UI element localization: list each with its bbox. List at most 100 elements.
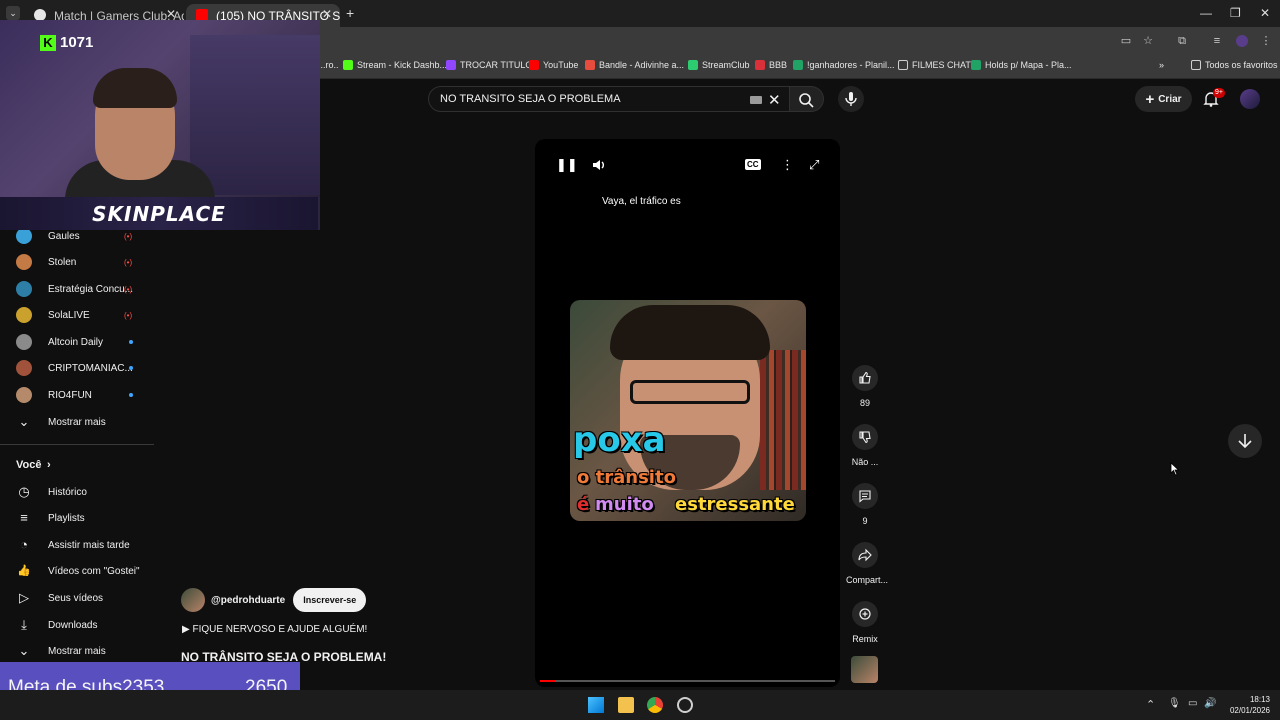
like-button[interactable] — [852, 365, 878, 391]
remix-action[interactable]: Remix — [846, 601, 884, 644]
subscribe-button[interactable]: Inscrever-se — [293, 588, 367, 612]
sidebar-section-you[interactable]: Você › — [0, 452, 154, 478]
pause-icon[interactable]: ❚❚ — [556, 157, 578, 173]
kick-counter: K 1071 — [40, 34, 93, 51]
next-short-button[interactable] — [1228, 424, 1262, 458]
like-action[interactable]: 89 — [846, 365, 884, 408]
avatar — [16, 281, 32, 297]
system-clock[interactable]: 18:13 02/01/2026 — [1228, 694, 1270, 716]
captions-icon[interactable]: CC — [745, 159, 761, 170]
search-button[interactable] — [790, 86, 824, 112]
sidebar-show-more[interactable]: ⌄ Mostrar mais — [0, 409, 154, 435]
keyboard-icon[interactable] — [750, 96, 762, 104]
tab-list-button[interactable]: ⌄ — [6, 6, 20, 20]
more-options-icon[interactable]: ⋮ — [781, 157, 794, 173]
restore-icon[interactable]: ❐ — [1230, 6, 1241, 20]
sidebar-item-watch-later[interactable]: ◔ Assistir mais tarde — [0, 532, 154, 558]
share-button[interactable] — [852, 542, 878, 568]
bookmark-item[interactable]: StreamClub — [688, 60, 750, 70]
chevron-down-icon: ⌄ — [18, 414, 30, 429]
notification-badge: 9+ — [1213, 88, 1225, 98]
sidebar-item-rio4fun[interactable]: RIO4FUN — [0, 382, 154, 408]
volume-tray-icon[interactable]: 🔊 — [1204, 698, 1216, 709]
sidebar-item-altcoin-daily[interactable]: Altcoin Daily — [0, 329, 154, 355]
sidebar-item-stolen[interactable]: Stolen (•) — [0, 249, 154, 275]
plus-icon: + — [1145, 90, 1155, 108]
more-bookmarks-icon[interactable]: » — [1159, 60, 1164, 70]
cast-icon[interactable]: ▭ — [1120, 35, 1132, 47]
network-icon[interactable]: ▭ — [1188, 698, 1197, 709]
sidebar-item-criptomaniac[interactable]: CRIPTOMANIAC... — [0, 355, 154, 381]
sidebar-item-downloads[interactable]: ⤓ Downloads — [0, 612, 154, 638]
microphone-tray-icon[interactable]: 🎙 — [1168, 698, 1181, 709]
sidebar-item-playlists[interactable]: ≡ Playlists — [0, 505, 154, 531]
new-tab-button[interactable]: + — [346, 5, 354, 21]
account-avatar[interactable] — [1240, 89, 1260, 109]
clear-search-icon[interactable]: ✕ — [768, 91, 781, 109]
streamclub-icon — [688, 60, 698, 70]
media-icon[interactable]: ≡ — [1211, 35, 1223, 47]
extensions-icon[interactable]: ⧉ — [1176, 35, 1188, 47]
channel-avatar-rail[interactable] — [851, 656, 878, 683]
chevron-down-icon: ⌄ — [18, 643, 30, 658]
bookmark-item[interactable]: YouTube — [529, 60, 578, 70]
profile-icon[interactable] — [1236, 35, 1248, 47]
shorts-player[interactable]: ❚❚ CC ⋮ ⤢ Vaya, el tráfico es poxa o trâ… — [535, 139, 840, 687]
dislike-action[interactable]: Não ... — [846, 424, 884, 467]
all-bookmarks[interactable]: Todos os favoritos — [1191, 60, 1278, 70]
windows-start-icon[interactable] — [588, 697, 604, 713]
share-action[interactable]: Compart... — [846, 542, 888, 585]
mouse-cursor-icon — [1170, 462, 1180, 476]
bookmark-folder[interactable]: FILMES CHAT — [898, 60, 971, 70]
remix-icon — [859, 608, 871, 620]
close-icon[interactable]: ✕ — [322, 7, 332, 21]
bookmark-item[interactable]: ...ro.. — [318, 60, 339, 70]
playlists-icon: ≡ — [20, 510, 28, 525]
close-icon[interactable]: ✕ — [166, 7, 176, 21]
avatar — [16, 387, 32, 403]
menu-icon[interactable]: ⋮ — [1260, 35, 1272, 47]
youtube-icon — [529, 60, 539, 70]
chevron-up-icon[interactable]: ⌃ — [1146, 698, 1155, 711]
sidebar-item-your-videos[interactable]: ▷ Seus vídeos — [0, 585, 154, 611]
sidebar-item-estrategia[interactable]: Estratégia Concu... (•) — [0, 276, 154, 302]
chrome-icon[interactable] — [647, 697, 663, 713]
dislike-button[interactable] — [852, 424, 878, 450]
search-input[interactable]: NO TRANSITO SEJA O PROBLEMA ✕ — [428, 86, 790, 112]
remix-button[interactable] — [852, 601, 878, 627]
app-icon[interactable] — [677, 697, 693, 713]
close-window-icon[interactable]: ✕ — [1260, 6, 1270, 20]
star-icon[interactable]: ☆ — [1142, 35, 1154, 47]
fullscreen-icon[interactable]: ⤢ — [809, 157, 819, 173]
bookmark-item[interactable]: Holds p/ Mapa - Pla... — [971, 60, 1072, 70]
bookmark-item[interactable]: TROCAR TITULO — [446, 60, 532, 70]
minimize-icon[interactable]: — — [1200, 6, 1212, 20]
volume-icon[interactable] — [591, 157, 607, 173]
comments-button[interactable] — [852, 483, 878, 509]
channel-avatar[interactable] — [181, 588, 205, 612]
channel-row: @pedrohduarte Inscrever-se — [181, 588, 367, 612]
video-description[interactable]: ▶ FIQUE NERVOSO E AJUDE ALGUÉM! — [182, 624, 367, 635]
progress-track[interactable] — [540, 680, 835, 682]
file-explorer-icon[interactable] — [618, 697, 634, 713]
video-frame: poxa o trânsito é muito estressante — [570, 300, 806, 521]
caption-line-2: o trânsito — [577, 467, 676, 488]
create-button[interactable]: + Criar — [1135, 86, 1192, 112]
bookshelf — [760, 350, 806, 490]
sheets-icon — [971, 60, 981, 70]
bandle-icon — [585, 60, 595, 70]
kick-logo-icon: K — [40, 34, 56, 51]
bbb-icon — [755, 60, 765, 70]
bookmark-item[interactable]: Stream - Kick Dashb... — [343, 60, 447, 70]
sidebar-show-more-you[interactable]: ⌄ Mostrar mais — [0, 638, 154, 664]
bookmark-item[interactable]: BBB — [755, 60, 787, 70]
sidebar-item-history[interactable]: ◷ Histórico — [0, 479, 154, 505]
bookmark-item[interactable]: !ganhadores - Planil... — [793, 60, 895, 70]
channel-name[interactable]: @pedrohduarte — [211, 595, 285, 606]
bookmark-item[interactable]: Bandle - Adivinhe a... — [585, 60, 684, 70]
sidebar-item-solalive[interactable]: SolaLIVE (•) — [0, 302, 154, 328]
sidebar-item-liked-videos[interactable]: 👍 Vídeos com "Gostei" — [0, 558, 154, 584]
voice-search-button[interactable] — [838, 86, 864, 112]
comments-action[interactable]: 9 — [846, 483, 884, 526]
new-content-dot — [129, 393, 133, 397]
